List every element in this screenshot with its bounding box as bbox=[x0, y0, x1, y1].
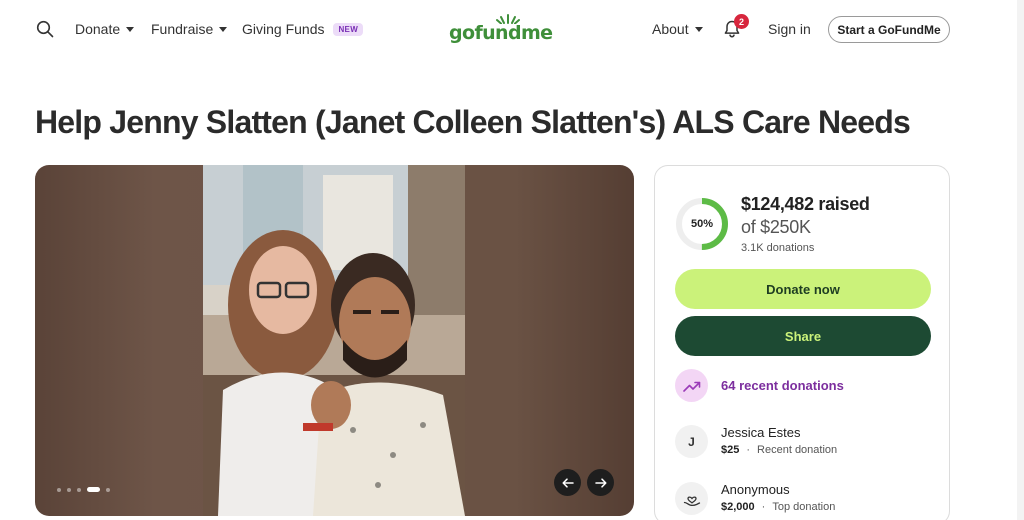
sign-in-link[interactable]: Sign in bbox=[768, 19, 811, 39]
nav-about-label: About bbox=[652, 21, 689, 37]
gallery-next-button[interactable] bbox=[587, 469, 614, 496]
separator-dot: · bbox=[746, 444, 751, 456]
search-icon[interactable] bbox=[36, 20, 54, 38]
sign-in-label: Sign in bbox=[768, 21, 811, 37]
arrow-left-icon bbox=[561, 477, 574, 488]
gallery-prev-button[interactable] bbox=[554, 469, 581, 496]
page-scrollbar[interactable] bbox=[1017, 0, 1024, 520]
trending-up-icon bbox=[675, 369, 708, 402]
nav-about-menu[interactable]: About bbox=[652, 19, 703, 39]
start-gofundme-button[interactable]: Start a GoFundMe bbox=[828, 16, 950, 43]
gofundme-logo[interactable]: gofundme bbox=[449, 14, 553, 44]
donor-details: $25 · Recent donation bbox=[721, 444, 837, 456]
new-badge: NEW bbox=[333, 22, 364, 36]
gallery-pagination bbox=[57, 487, 110, 492]
arrow-right-icon bbox=[594, 477, 607, 488]
nav-giving-funds-link[interactable]: Giving Funds NEW bbox=[242, 19, 364, 39]
chevron-down-icon bbox=[694, 27, 703, 32]
recent-donations-link[interactable]: 64 recent donations bbox=[721, 378, 844, 393]
separator-dot: · bbox=[761, 501, 766, 513]
pagination-dot-active[interactable] bbox=[87, 487, 100, 492]
donor-name: Anonymous bbox=[721, 482, 790, 497]
chevron-down-icon bbox=[126, 27, 135, 32]
share-button[interactable]: Share bbox=[675, 316, 931, 356]
donor-name: Jessica Estes bbox=[721, 425, 801, 440]
amount-raised: $124,482 raised bbox=[741, 194, 870, 214]
pagination-dot[interactable] bbox=[57, 487, 61, 492]
top-navigation: Donate Fundraise Giving Funds NEW gofund… bbox=[0, 0, 1024, 58]
donor-avatar: J bbox=[675, 425, 708, 458]
pagination-dot[interactable] bbox=[67, 487, 71, 492]
donation-sidebar-card: 50% $124,482 raised of $250K 3.1K donati… bbox=[654, 165, 950, 520]
goal-amount: of $250K bbox=[741, 217, 811, 237]
campaign-photo-gallery[interactable] bbox=[35, 165, 634, 516]
logo-wordmark: gofundme bbox=[449, 22, 553, 44]
progress-percent: 50% bbox=[690, 218, 714, 230]
donor-amount: $2,000 bbox=[721, 501, 755, 513]
campaign-photo bbox=[203, 165, 465, 516]
nav-fundraise-label: Fundraise bbox=[151, 21, 214, 37]
donor-tag: Top donation bbox=[772, 501, 836, 513]
pagination-dot[interactable] bbox=[77, 487, 81, 492]
donor-tag: Recent donation bbox=[757, 444, 838, 456]
donor-amount: $25 bbox=[721, 444, 740, 456]
donate-now-button[interactable]: Donate now bbox=[675, 269, 931, 309]
chevron-down-icon bbox=[219, 27, 228, 32]
notification-count-badge: 2 bbox=[734, 14, 749, 29]
pagination-dot[interactable] bbox=[106, 487, 110, 492]
nav-donate-label: Donate bbox=[75, 21, 121, 37]
nav-fundraise-menu[interactable]: Fundraise bbox=[151, 19, 228, 39]
heart-hand-icon bbox=[675, 482, 708, 515]
nav-donate-menu[interactable]: Donate bbox=[75, 19, 135, 39]
donor-details: $2,000 · Top donation bbox=[721, 501, 835, 513]
nav-giving-funds-label: Giving Funds bbox=[242, 21, 325, 37]
donation-count: 3.1K donations bbox=[741, 242, 815, 254]
page-title: Help Jenny Slatten (Janet Colleen Slatte… bbox=[35, 104, 911, 140]
photo-illustration bbox=[203, 165, 465, 516]
